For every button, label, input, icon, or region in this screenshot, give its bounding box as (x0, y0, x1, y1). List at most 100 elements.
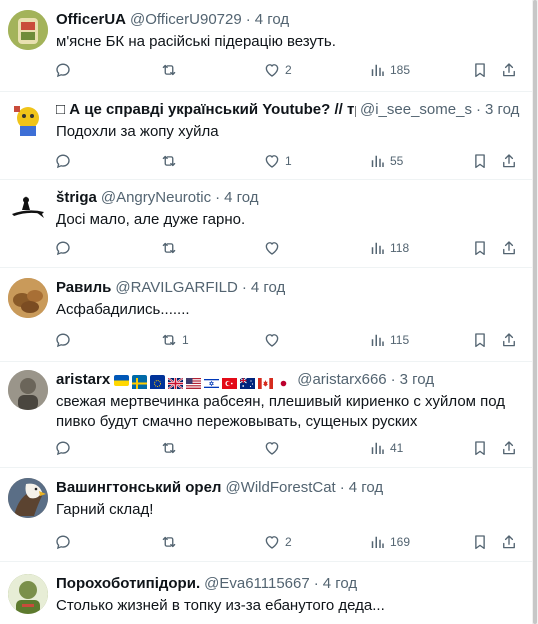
avatar[interactable] (8, 278, 48, 318)
scrollbar-thumb[interactable] (533, 0, 537, 624)
bookmark-button[interactable] (471, 530, 489, 554)
reply-tweet[interactable]: OfficerUA @OfficerU90729 · 4 год м'ясне … (0, 0, 532, 92)
reply-tweet[interactable]: Равиль @RAVILGARFILD · 4 год Асфабадилис… (0, 268, 532, 362)
action-bar: 118 (48, 236, 522, 260)
share-button[interactable] (500, 436, 518, 460)
avatar[interactable] (8, 478, 48, 518)
author-handle[interactable]: @WildForestCat (225, 478, 335, 498)
retweet-button[interactable]: 1 (160, 328, 189, 352)
author-name[interactable]: aristarx (56, 370, 110, 390)
author-name[interactable]: štriga (56, 188, 97, 208)
bookmark-button[interactable] (471, 236, 489, 260)
retweet-icon (160, 239, 178, 257)
avatar[interactable] (8, 574, 48, 614)
avatar[interactable] (8, 188, 48, 228)
view-count: 169 (390, 535, 411, 549)
tweet-text: Столько жизней в топку из-за ебанутого д… (56, 597, 385, 614)
share-icon (500, 331, 518, 349)
author-name[interactable]: Равиль (56, 278, 111, 298)
views-button[interactable]: 118 (368, 236, 409, 260)
views-icon (368, 61, 386, 79)
author-handle[interactable]: @AngryNeurotic (101, 188, 211, 208)
share-button[interactable] (500, 58, 518, 82)
share-icon (500, 61, 518, 79)
reply-tweet[interactable]: Порохоботипідори. @Eva61115667 · 4 год С… (0, 562, 532, 624)
action-bar: 1 115 (48, 328, 522, 352)
action-bar: 2 185 (48, 58, 522, 82)
views-button[interactable]: 41 (368, 436, 403, 460)
retweet-button[interactable] (160, 58, 182, 82)
tweet-text: м'ясне БК на расійські підерацію везуть. (56, 33, 336, 50)
reply-tweet[interactable]: štriga @AngryNeurotic · 4 год Досі мало,… (0, 180, 532, 268)
reply-button[interactable] (54, 236, 76, 260)
like-button[interactable]: 1 (263, 149, 292, 173)
action-bar: 41 (48, 436, 522, 460)
views-icon (368, 239, 386, 257)
author-name[interactable]: Вашингтонський орел (56, 478, 221, 498)
separator-dot: · (390, 371, 396, 388)
author-handle[interactable]: @OfficerU90729 (130, 10, 242, 30)
timestamp[interactable]: 3 год (485, 100, 519, 120)
timestamp[interactable]: 4 год (224, 188, 258, 208)
heart-icon (263, 61, 281, 79)
views-button[interactable]: 55 (368, 149, 403, 173)
avatar[interactable] (8, 370, 48, 410)
timestamp[interactable]: 4 год (255, 10, 289, 30)
reply-tweet[interactable]: aristarx @aristarx666 · 3 год свежая мер… (0, 362, 532, 468)
avatar[interactable] (8, 10, 48, 50)
bookmark-button[interactable] (471, 58, 489, 82)
like-count: 2 (285, 535, 292, 549)
reply-icon (54, 439, 72, 457)
like-button[interactable] (263, 328, 285, 352)
like-button[interactable]: 2 (263, 530, 292, 554)
share-button[interactable] (500, 328, 518, 352)
views-button[interactable]: 115 (368, 328, 409, 352)
reply-button[interactable] (54, 149, 76, 173)
like-button[interactable] (263, 436, 285, 460)
action-bar: 1 55 (48, 149, 522, 173)
like-button[interactable] (263, 236, 285, 260)
like-button[interactable]: 2 (263, 58, 292, 82)
author-name[interactable]: □ А це справді український Youtube? // т… (56, 100, 356, 120)
views-button[interactable]: 185 (368, 58, 410, 82)
author-handle[interactable]: @RAVILGARFILD (115, 278, 237, 298)
retweet-button[interactable] (160, 236, 182, 260)
australia-flag-icon (239, 375, 256, 389)
share-button[interactable] (500, 149, 518, 173)
timestamp[interactable]: 4 год (349, 478, 383, 498)
scrollbar[interactable] (532, 0, 538, 624)
author-handle[interactable]: @aristarx666 (297, 370, 386, 390)
author-handle[interactable]: @i_see_some_s (360, 100, 472, 120)
author-name[interactable]: Порохоботипідори. (56, 574, 200, 594)
reply-button[interactable] (54, 530, 76, 554)
timestamp[interactable]: 4 год (323, 574, 357, 594)
share-button[interactable] (500, 530, 518, 554)
retweet-button[interactable] (160, 530, 182, 554)
reply-tweet[interactable]: □ А це справді український Youtube? // т… (0, 92, 532, 180)
sweden-flag-icon (132, 374, 148, 389)
retweet-button[interactable] (160, 149, 182, 173)
flag-emoji-list (114, 374, 292, 390)
tweet-text: Досі мало, але дуже гарно. (56, 211, 246, 228)
author-handle[interactable]: @Eva61115667 (204, 574, 310, 594)
author-name[interactable]: OfficerUA (56, 10, 126, 30)
bookmark-button[interactable] (471, 149, 489, 173)
bookmark-button[interactable] (471, 328, 489, 352)
reply-button[interactable] (54, 436, 76, 460)
views-button[interactable]: 169 (368, 530, 410, 554)
bookmark-icon (471, 152, 489, 170)
reply-button[interactable] (54, 328, 76, 352)
retweet-icon (160, 152, 178, 170)
timestamp[interactable]: 3 год (400, 370, 434, 390)
canada-flag-icon (258, 375, 274, 389)
reply-button[interactable] (54, 58, 76, 82)
retweet-button[interactable] (160, 436, 182, 460)
bookmark-button[interactable] (471, 436, 489, 460)
reply-tweet[interactable]: Вашингтонський орел @WildForestCat · 4 г… (0, 468, 532, 562)
avatar[interactable] (8, 100, 48, 140)
timestamp[interactable]: 4 год (251, 278, 285, 298)
share-button[interactable] (500, 236, 518, 260)
views-icon (368, 152, 386, 170)
heart-icon (263, 331, 281, 349)
tweet-text: Асфабадились....... (56, 301, 190, 318)
